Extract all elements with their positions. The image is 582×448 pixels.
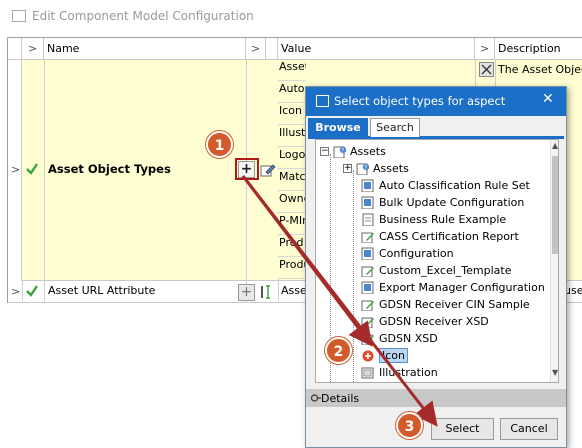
scroll-up-icon[interactable]: ▲	[552, 141, 558, 150]
callout-badge-3: 3	[396, 412, 423, 439]
tab-search[interactable]: Search	[370, 118, 420, 137]
pencil-document-icon	[361, 266, 374, 277]
cancel-button[interactable]: Cancel	[500, 418, 558, 440]
dialog-titlebar: Select object types for aspect ✕	[306, 87, 566, 116]
column-header-name-expand[interactable]: >	[246, 38, 266, 60]
pencil-document-icon	[361, 300, 374, 311]
value-item[interactable]: Icon	[278, 104, 306, 125]
document-icon	[362, 213, 374, 226]
assets-folder-icon: ?	[333, 146, 346, 158]
pencil-document-icon	[361, 334, 374, 345]
row-name: Asset URL Attribute	[48, 284, 156, 297]
pencil-document-icon	[361, 317, 374, 328]
column-header-description[interactable]: Description	[495, 38, 582, 60]
checkmark-icon	[26, 285, 38, 297]
value-item[interactable]: Auto	[278, 82, 306, 103]
details-toggle-icon[interactable]	[311, 393, 321, 403]
value-item[interactable]: Logo	[278, 148, 306, 169]
column-header-spacer	[266, 38, 278, 60]
row-expand-chevron[interactable]: >	[11, 163, 20, 176]
icon-type-icon	[362, 350, 374, 362]
details-label: Details	[321, 392, 360, 405]
callout-badge-1: 1	[206, 131, 233, 158]
object-type-icon	[361, 196, 374, 209]
column-header-value-expand[interactable]: >	[475, 38, 495, 60]
column-header-value[interactable]: Value	[278, 38, 475, 60]
scroll-down-icon[interactable]: ▼	[552, 368, 558, 377]
row-description: The Asset Object	[498, 63, 582, 76]
close-icon[interactable]: ✕	[542, 91, 554, 107]
scrollbar-thumb[interactable]	[552, 156, 558, 254]
add-value-button-disabled: +	[238, 284, 255, 301]
window-title: Edit Component Model Configuration	[32, 9, 254, 23]
row-expand-chevron[interactable]: >	[11, 285, 20, 298]
illustration-icon	[361, 367, 374, 379]
column-header-name[interactable]: Name	[44, 38, 246, 60]
checkmark-icon	[26, 163, 38, 175]
remove-value-icon[interactable]	[479, 62, 494, 77]
value-item[interactable]: Match	[278, 170, 306, 191]
dialog-window-icon	[316, 95, 329, 107]
value-item[interactable]: Illustr	[278, 126, 306, 147]
value-item[interactable]: Owne	[278, 192, 306, 213]
text-cursor-icon[interactable]	[260, 284, 276, 300]
svg-text:?: ?	[364, 165, 367, 172]
window-titlebar: Edit Component Model Configuration	[0, 0, 582, 34]
value-item[interactable]: Prod	[278, 236, 306, 257]
callout-badge-2: 2	[325, 337, 352, 364]
svg-text:?: ?	[341, 148, 344, 155]
pencil-document-icon	[361, 232, 374, 243]
assets-folder-icon: ?	[356, 163, 369, 175]
row-name: Asset Object Types	[48, 162, 171, 176]
window-icon	[12, 10, 26, 22]
select-button[interactable]: Select	[431, 418, 494, 440]
expand-icon[interactable]: +	[343, 164, 352, 173]
value-item[interactable]: P-MIr	[278, 214, 306, 235]
collapse-icon[interactable]: −	[320, 147, 329, 156]
edit-pencil-icon[interactable]	[260, 162, 276, 178]
value-item[interactable]: Produ	[278, 258, 306, 279]
dialog-title: Select object types for aspect	[334, 94, 506, 108]
add-value-button[interactable]: +	[238, 161, 255, 178]
tree-scrollbar[interactable]: ▲ ▼	[550, 140, 558, 382]
object-type-icon	[361, 179, 374, 192]
value-item[interactable]: Assets	[278, 60, 306, 81]
select-object-types-dialog: Select object types for aspect ✕ Browse …	[305, 86, 567, 448]
tab-browse[interactable]: Browse	[308, 118, 368, 137]
object-type-icon	[361, 281, 374, 294]
details-bar[interactable]: Details	[306, 389, 566, 407]
object-type-icon	[361, 247, 374, 260]
header-spacer	[8, 38, 22, 60]
header-expand[interactable]: >	[22, 38, 44, 60]
